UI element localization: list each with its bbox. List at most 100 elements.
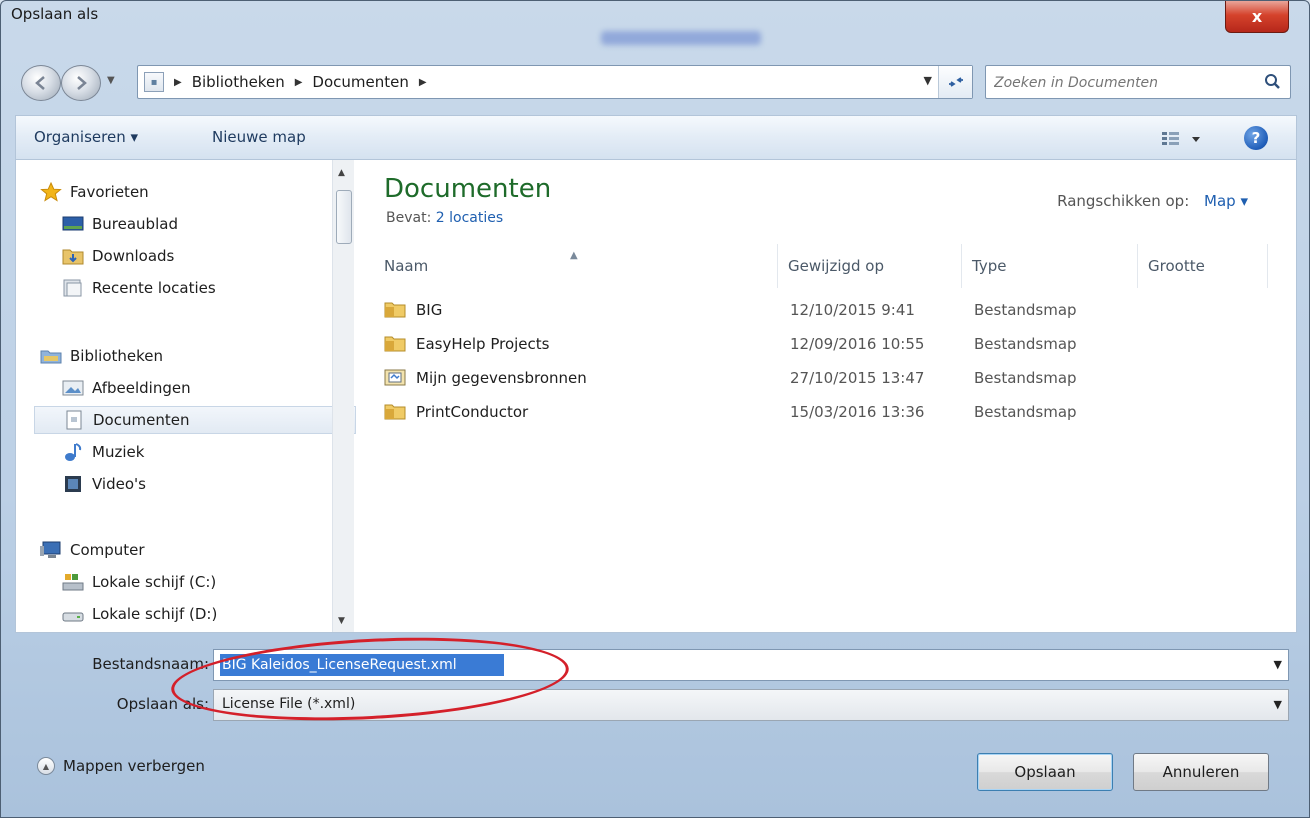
content-pane: Favorieten Bureaublad Downloads Recente … [15, 159, 1297, 633]
datasource-folder-icon [384, 369, 406, 386]
column-header-size[interactable]: Grootte [1138, 244, 1268, 288]
recent-places-icon [63, 279, 82, 297]
sidebar-item-libraries[interactable]: Bibliotheken [40, 342, 340, 370]
library-icon: ▪ [144, 72, 164, 92]
folder-icon [384, 404, 406, 420]
arrange-label: Rangschikken op: [1057, 192, 1190, 210]
close-button[interactable]: x [1225, 1, 1289, 33]
file-type: Bestandsmap [974, 301, 1077, 319]
scroll-up-icon[interactable]: ▲ [338, 168, 345, 178]
search-input[interactable] [994, 72, 1244, 94]
recent-pages-dropdown[interactable]: ▼ [107, 75, 115, 86]
save-as-dialog: Opslaan als x ▼ ▪ ▶ Bibliotheken ▶ Docum… [0, 0, 1310, 818]
sidebar-item-label: Bibliotheken [70, 347, 163, 365]
locations-link[interactable]: 2 locaties [436, 210, 503, 226]
chevron-down-icon[interactable]: ▼ [1274, 698, 1282, 711]
sidebar-item-computer[interactable]: Computer [40, 536, 340, 564]
filename-label: Bestandsnaam: [92, 655, 209, 673]
sidebar-item-label: Computer [70, 541, 145, 559]
file-name: EasyHelp Projects [416, 335, 550, 353]
new-folder-button[interactable]: Nieuwe map [212, 128, 306, 146]
filetype-value: License File (*.xml) [222, 696, 356, 712]
table-row[interactable]: PrintConductor 15/03/2016 13:36 Bestands… [384, 396, 1284, 428]
table-row[interactable]: BIG 12/10/2015 9:41 Bestandsmap [384, 294, 1284, 326]
sidebar-item-label: Lokale schijf (C:) [92, 573, 217, 591]
libraries-icon [40, 350, 62, 364]
column-header-modified[interactable]: Gewijzigd op [778, 244, 962, 288]
help-icon[interactable]: ? [1244, 126, 1268, 150]
navigation-pane: Favorieten Bureaublad Downloads Recente … [16, 160, 356, 632]
file-type: Bestandsmap [974, 403, 1077, 421]
sidebar-item-label: Video's [92, 475, 146, 493]
scrollbar-thumb[interactable] [336, 190, 352, 244]
sidebar-item-local-disk-d[interactable]: Lokale schijf (D:) [62, 600, 340, 628]
chevron-down-icon[interactable]: ▼ [1274, 658, 1282, 671]
scroll-down-icon[interactable]: ▼ [338, 616, 345, 626]
sidebar-item-label: Afbeeldingen [92, 379, 191, 397]
forward-button[interactable] [61, 65, 101, 101]
sidebar-item-desktop[interactable]: Bureaublad [62, 210, 340, 238]
window-title: Opslaan als [11, 5, 99, 23]
file-modified: 12/10/2015 9:41 [790, 301, 915, 319]
address-dropdown[interactable]: ▼ [924, 74, 932, 87]
breadcrumb-documenten[interactable]: Documenten [312, 73, 408, 91]
save-button[interactable]: Opslaan [977, 753, 1113, 791]
refresh-button[interactable] [938, 66, 972, 98]
videos-icon [65, 476, 81, 492]
sidebar-scrollbar[interactable]: ▲ ▼ [332, 160, 354, 632]
file-modified: 15/03/2016 13:36 [790, 403, 925, 421]
chevron-right-icon[interactable]: ▶ [295, 77, 303, 88]
library-title: Documenten [384, 174, 552, 204]
sidebar-item-label: Documenten [93, 411, 190, 429]
folder-icon [384, 336, 406, 352]
table-row[interactable]: EasyHelp Projects 12/09/2016 10:55 Besta… [384, 328, 1284, 360]
filename-combobox[interactable]: ▼ [213, 649, 1289, 681]
filetype-select[interactable]: License File (*.xml) ▼ [213, 689, 1289, 721]
sidebar-item-label: Downloads [92, 247, 175, 265]
sidebar-item-documents[interactable]: Documenten [34, 406, 356, 434]
drive-icon [62, 612, 84, 622]
computer-icon [40, 541, 61, 558]
view-list-icon [1162, 132, 1200, 145]
downloads-folder-icon [62, 249, 84, 265]
sidebar-item-favorites[interactable]: Favorieten [40, 178, 340, 206]
sidebar-item-pictures[interactable]: Afbeeldingen [62, 374, 340, 402]
organise-button[interactable]: Organiseren ▾ [34, 128, 138, 146]
sidebar-item-recent-places[interactable]: Recente locaties [62, 274, 340, 302]
file-type: Bestandsmap [974, 335, 1077, 353]
sidebar-item-label: Lokale schijf (D:) [92, 605, 218, 623]
chevron-right-icon[interactable]: ▶ [174, 77, 182, 88]
file-modified: 27/10/2015 13:47 [790, 369, 925, 387]
hide-folders-label: Mappen verbergen [63, 757, 205, 775]
address-bar[interactable]: ▪ ▶ Bibliotheken ▶ Documenten ▶ ▼ [137, 65, 973, 99]
search-box[interactable] [985, 65, 1291, 99]
refresh-icon [948, 77, 963, 87]
file-name: Mijn gegevensbronnen [416, 369, 587, 387]
forward-arrow-icon [77, 76, 87, 90]
desktop-icon [62, 216, 84, 231]
back-arrow-icon [35, 76, 45, 90]
library-locations: Bevat: 2 locaties [386, 210, 503, 226]
sidebar-item-local-disk-c[interactable]: Lokale schijf (C:) [62, 568, 340, 596]
sidebar-item-videos[interactable]: Video's [62, 470, 340, 498]
nav-buttons: ▼ [21, 63, 139, 103]
column-header-type[interactable]: Type [962, 244, 1138, 288]
hide-folders-button[interactable]: ▲ Mappen verbergen [37, 757, 205, 775]
search-icon[interactable] [1262, 72, 1282, 92]
save-form: Bestandsnaam: ▼ Opslaan als: License Fil… [15, 628, 1297, 791]
breadcrumb-bibliotheken[interactable]: Bibliotheken [192, 73, 285, 91]
back-button[interactable] [21, 65, 61, 101]
view-options-button[interactable] [1160, 128, 1208, 150]
sidebar-item-label: Muziek [92, 443, 145, 461]
sidebar-item-music[interactable]: Muziek [62, 438, 340, 466]
arrange-dropdown[interactable]: Map ▾ [1204, 192, 1248, 210]
sidebar-item-downloads[interactable]: Downloads [62, 242, 340, 270]
cancel-button[interactable]: Annuleren [1133, 753, 1269, 791]
chevron-right-icon[interactable]: ▶ [419, 77, 427, 88]
filename-input[interactable] [220, 654, 504, 676]
column-header-name[interactable]: Naam [374, 244, 778, 288]
music-icon [65, 443, 82, 461]
table-row[interactable]: Mijn gegevensbronnen 27/10/2015 13:47 Be… [384, 362, 1284, 394]
sidebar-item-label: Recente locaties [92, 279, 216, 297]
pictures-icon [62, 380, 84, 396]
